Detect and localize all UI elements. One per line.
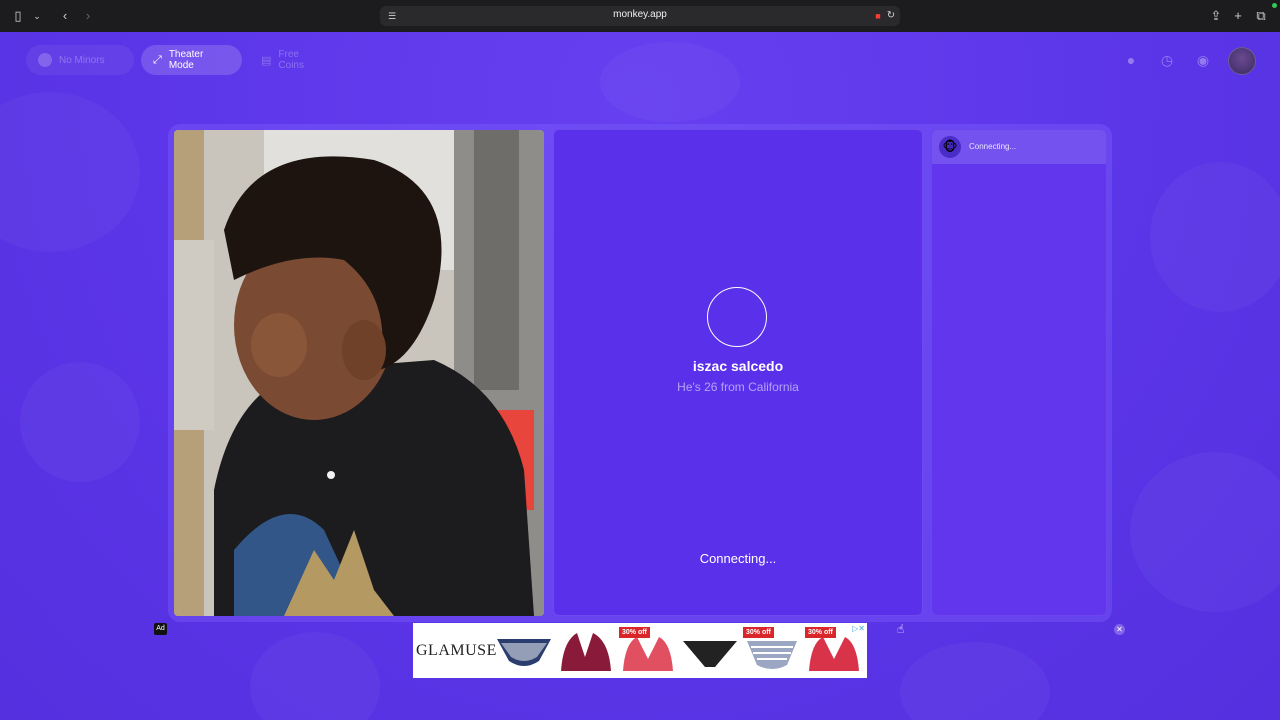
ad-product-1[interactable] xyxy=(495,627,553,675)
cursor-icon: ☝ xyxy=(897,622,905,636)
ad-product-5[interactable]: 30% off xyxy=(743,627,801,675)
no-minors-toggle[interactable]: No Minors xyxy=(26,45,134,75)
coins-icon: ▤ xyxy=(261,54,272,67)
peer-subtitle: He's 26 from California xyxy=(677,380,799,394)
badge-icon[interactable]: ● xyxy=(1120,49,1142,71)
forward-icon[interactable]: › xyxy=(80,8,96,24)
self-video-frame xyxy=(174,130,544,616)
ad-product-2[interactable] xyxy=(557,627,615,675)
ad-product-6[interactable]: 30% off xyxy=(805,627,863,675)
browser-toolbar: ▯ ⌄ ‹ › ☰ monkey.app ■ ↻ ⇪ + ⧉ xyxy=(0,0,1280,32)
ad-product-4[interactable] xyxy=(681,627,739,675)
address-bar[interactable]: ☰ monkey.app ■ ↻ xyxy=(380,6,900,26)
page-background: No Minors ⤢ Theater Mode ▤ Free Coins ● … xyxy=(0,32,1280,720)
ad-close-button[interactable]: ✕ xyxy=(1114,624,1125,635)
no-minors-label: No Minors xyxy=(59,54,105,66)
status-dot xyxy=(1272,3,1277,8)
peer-avatar-ring xyxy=(707,287,767,347)
share-icon[interactable]: ⇪ xyxy=(1208,8,1224,24)
ad-product-1-image xyxy=(497,639,551,666)
theater-mode-button[interactable]: ⤢ Theater Mode xyxy=(141,45,242,75)
ad-discount-tag: 30% off xyxy=(743,627,774,638)
ad-discount-tag: 30% off xyxy=(619,627,650,638)
expand-icon: ⤢ xyxy=(153,53,162,66)
new-tab-icon[interactable]: + xyxy=(1230,8,1246,24)
profile-avatar[interactable] xyxy=(1228,47,1256,75)
sidebar-toggle-icon[interactable]: ▯ xyxy=(10,8,26,24)
eye-icon[interactable]: ◉ xyxy=(1192,49,1214,71)
self-video xyxy=(174,130,544,616)
ad-product-4-image xyxy=(683,641,737,667)
ad-product-2-image xyxy=(561,633,611,671)
ad-product-3[interactable]: 30% off xyxy=(619,627,677,675)
free-coins-label: Free Coins xyxy=(278,49,304,71)
theater-mode-label: Theater Mode xyxy=(168,49,204,71)
ad-badge: Ad xyxy=(154,623,167,635)
chat-panel: 🐵 Connecting... xyxy=(931,129,1107,616)
tab-overview-icon[interactable]: ⧉ xyxy=(1253,8,1269,24)
reload-icon[interactable]: ↻ xyxy=(883,8,899,24)
peer-panel: iszac salcedo He's 26 from California Co… xyxy=(553,129,923,616)
free-coins-button[interactable]: ▤ Free Coins xyxy=(249,45,335,75)
chat-status: Connecting... xyxy=(969,142,1017,151)
peer-name: iszac salcedo xyxy=(692,358,784,374)
back-icon[interactable]: ‹ xyxy=(57,8,73,24)
ad-discount-tag: 30% off xyxy=(805,627,836,638)
url-text: monkey.app xyxy=(613,9,667,20)
ad-brand: GLAMUSE xyxy=(416,642,497,659)
monkey-icon: 🐵 xyxy=(939,136,961,158)
chat-header: 🐵 Connecting... xyxy=(932,130,1106,164)
chevron-down-icon[interactable]: ⌄ xyxy=(29,8,45,24)
ad-banner[interactable]: GLAMUSE 30% off 30% off 30% off ▷✕ xyxy=(413,623,867,678)
history-icon[interactable]: ◷ xyxy=(1156,49,1178,71)
ad-choices-icon[interactable]: ▷✕ xyxy=(852,624,865,633)
toggle-circle-icon xyxy=(38,53,52,67)
connection-status: Connecting... xyxy=(699,551,777,566)
